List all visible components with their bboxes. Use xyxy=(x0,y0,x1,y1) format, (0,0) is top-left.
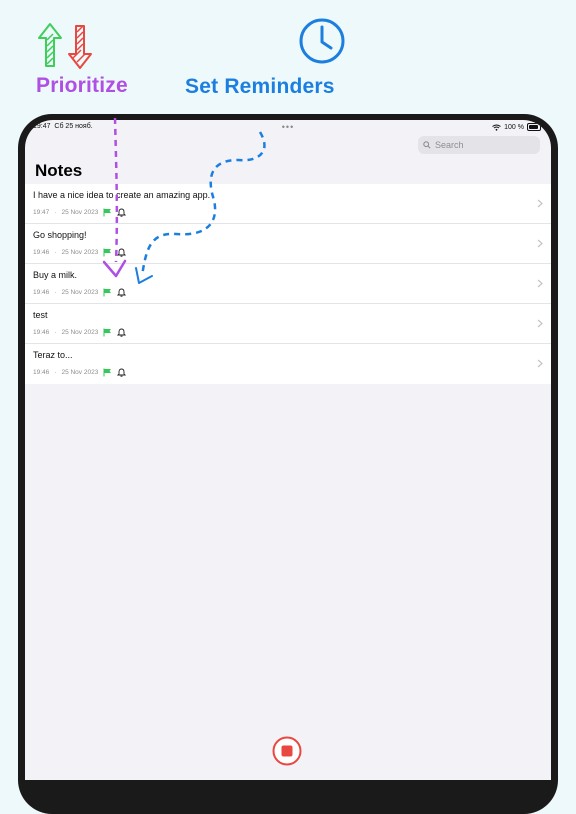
stop-icon xyxy=(281,745,293,757)
prioritize-arrow xyxy=(113,117,119,263)
annotation-arrows xyxy=(102,117,266,284)
prioritize-arrowhead xyxy=(102,259,127,278)
reminders-arrow xyxy=(140,131,266,277)
stop-record-button[interactable] xyxy=(272,736,302,766)
